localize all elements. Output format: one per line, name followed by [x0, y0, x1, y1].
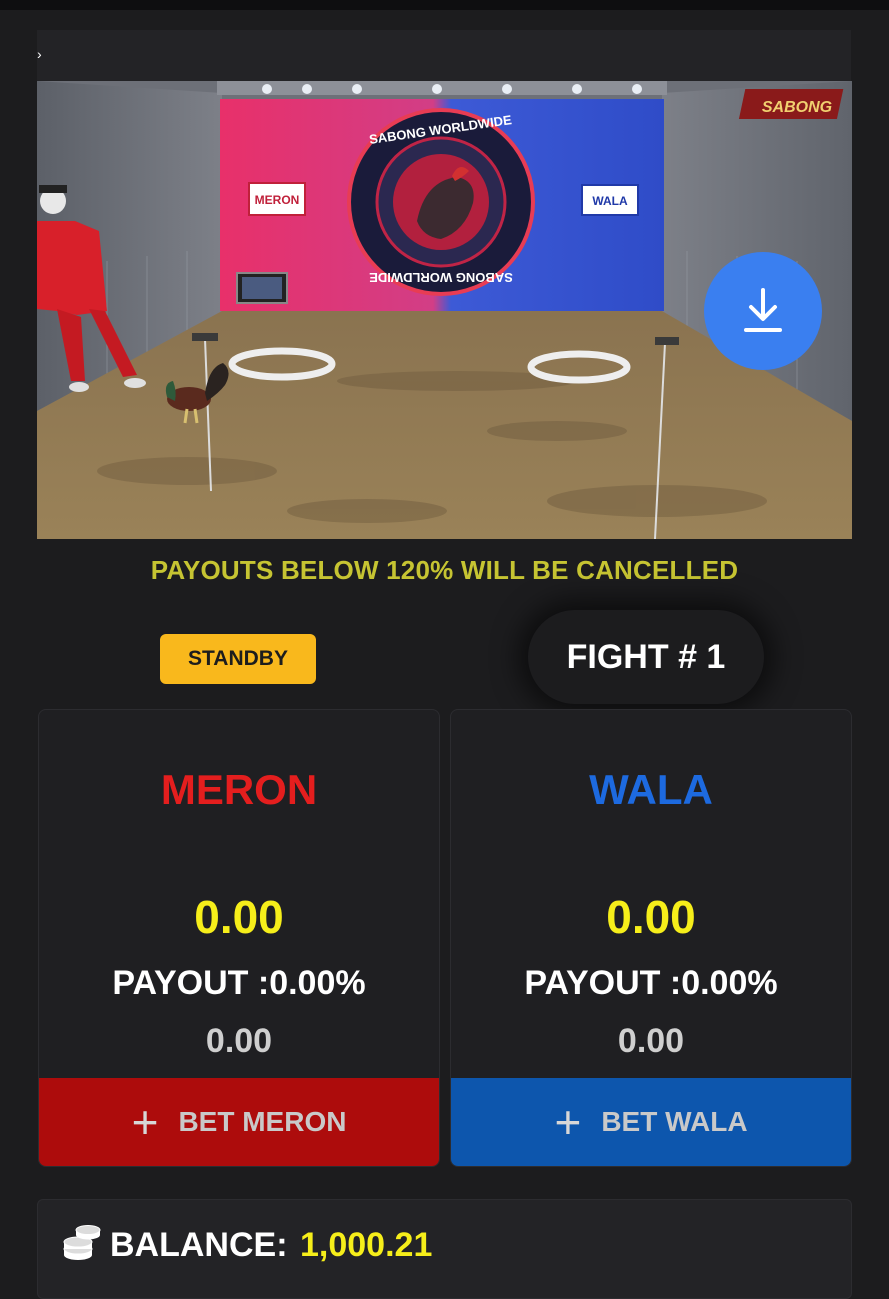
- status-badge: STANDBY: [160, 634, 316, 684]
- meron-title: MERON: [160, 766, 318, 813]
- bet-meron-button[interactable]: + BET MERON: [39, 1078, 439, 1166]
- sabong-logo: SABONG: [762, 99, 832, 116]
- plus-icon: +: [131, 1096, 159, 1148]
- meron-card: MERON 0.00 PAYOUT :0.00% 0.00 + BET MERO…: [38, 709, 440, 1167]
- balance-value: 1,000.21: [300, 1226, 433, 1264]
- meron-my-bet: 0.00: [205, 1022, 273, 1060]
- fight-number: FIGHT # 1: [528, 610, 764, 704]
- banner-wala-text: WALA: [592, 194, 628, 208]
- bet-wala-button[interactable]: + BET WALA: [451, 1078, 851, 1166]
- plus-icon: +: [554, 1096, 582, 1148]
- caret-icon[interactable]: ›: [37, 46, 42, 62]
- emblem-bottom-text: SABONG WORLDWIDE: [369, 270, 513, 285]
- coins-icon: [63, 1225, 101, 1260]
- bet-meron-label: BET MERON: [178, 1106, 347, 1137]
- meron-total: 0.00: [194, 891, 284, 943]
- meron-payout: PAYOUT :0.00%: [112, 964, 366, 1002]
- payout-notice: PAYOUTS BELOW 120% WILL BE CANCELLED: [150, 555, 739, 585]
- wala-title: WALA: [589, 766, 713, 813]
- wala-total: 0.00: [606, 891, 696, 943]
- balance-panel: BALANCE: 1,000.21: [37, 1199, 852, 1299]
- bet-wala-label: BET WALA: [601, 1106, 748, 1137]
- banner-meron-text: MERON: [255, 193, 300, 207]
- download-button[interactable]: [704, 252, 822, 370]
- top-bar: [0, 0, 889, 10]
- balance-label: BALANCE:: [110, 1226, 288, 1264]
- wala-my-bet: 0.00: [617, 1022, 685, 1060]
- wala-payout: PAYOUT :0.00%: [524, 964, 778, 1002]
- video-header: ›: [37, 30, 851, 81]
- wala-card: WALA 0.00 PAYOUT :0.00% 0.00 + BET WALA: [450, 709, 852, 1167]
- download-icon: [744, 288, 782, 332]
